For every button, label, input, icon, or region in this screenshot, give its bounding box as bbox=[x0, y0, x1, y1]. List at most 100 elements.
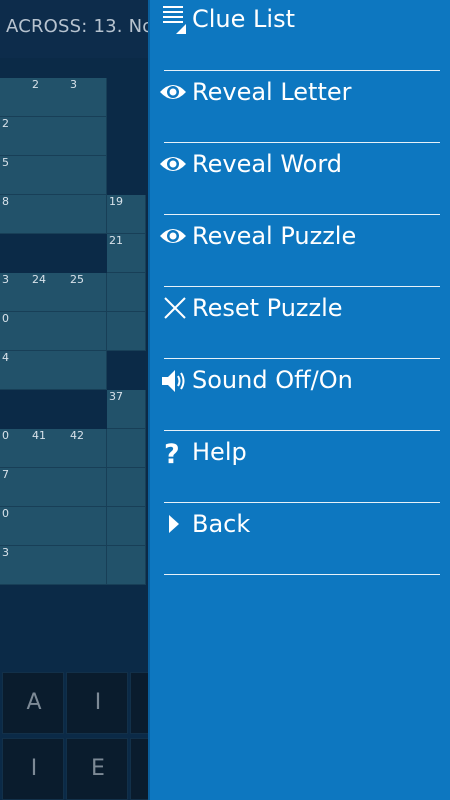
menu-divider bbox=[164, 286, 440, 287]
grid-cell[interactable] bbox=[30, 156, 69, 195]
menu-item-label: Back bbox=[192, 510, 251, 538]
grid-cell[interactable] bbox=[68, 546, 107, 585]
menu-item-label: Reveal Letter bbox=[192, 78, 352, 106]
svg-text:?: ? bbox=[164, 439, 180, 468]
grid-cell[interactable]: 25 bbox=[68, 273, 107, 312]
cell-number: 2 bbox=[2, 117, 9, 130]
grid-block bbox=[68, 390, 107, 429]
menu-item-label: Reveal Word bbox=[192, 150, 343, 178]
grid-cell[interactable]: 24 bbox=[30, 273, 69, 312]
cell-number: 3 bbox=[70, 78, 77, 91]
grid-block bbox=[30, 234, 69, 273]
cell-number: 3 bbox=[2, 546, 9, 559]
grid-cell[interactable] bbox=[30, 117, 69, 156]
cell-number: 21 bbox=[109, 234, 123, 247]
key-label: A bbox=[26, 690, 42, 715]
cell-number: 2 bbox=[32, 78, 39, 91]
grid-cell[interactable] bbox=[68, 312, 107, 351]
menu-item-label: Sound Off/On bbox=[192, 366, 353, 394]
cell-number: 8 bbox=[2, 195, 9, 208]
grid-cell[interactable]: 42 bbox=[68, 429, 107, 468]
list-icon bbox=[158, 2, 188, 34]
grid-cell[interactable] bbox=[107, 273, 146, 312]
grid-cell[interactable] bbox=[30, 546, 69, 585]
menu-item-back[interactable]: Back bbox=[150, 504, 450, 576]
grid-cell[interactable] bbox=[30, 312, 69, 351]
grid-cell[interactable]: 37 bbox=[107, 390, 146, 429]
menu-item-sound-toggle[interactable]: Sound Off/On bbox=[150, 360, 450, 432]
grid-cell[interactable] bbox=[30, 351, 69, 390]
key-button[interactable]: A bbox=[2, 672, 64, 734]
menu-item-label: Reset Puzzle bbox=[192, 294, 343, 322]
cell-number: 0 bbox=[2, 429, 9, 442]
menu-item-help[interactable]: ? Help bbox=[150, 432, 450, 504]
grid-block bbox=[68, 234, 107, 273]
grid-cell[interactable]: 21 bbox=[107, 234, 146, 273]
grid-cell[interactable] bbox=[30, 468, 69, 507]
menu-item-label: Reveal Puzzle bbox=[192, 222, 357, 250]
grid-cell[interactable] bbox=[107, 312, 146, 351]
grid-cell[interactable] bbox=[30, 507, 69, 546]
grid-cell[interactable] bbox=[107, 468, 146, 507]
menu-item-reveal-letter[interactable]: Reveal Letter bbox=[150, 72, 450, 144]
grid-block bbox=[30, 390, 69, 429]
grid-cell[interactable] bbox=[68, 468, 107, 507]
grid-block bbox=[107, 78, 146, 117]
question-icon: ? bbox=[158, 438, 188, 470]
key-label: I bbox=[94, 690, 102, 715]
menu-divider bbox=[164, 214, 440, 215]
grid-cell[interactable]: 19 bbox=[107, 195, 146, 234]
menu-divider bbox=[164, 358, 440, 359]
close-icon bbox=[158, 296, 188, 326]
menu-divider bbox=[164, 142, 440, 143]
speaker-icon bbox=[158, 366, 188, 396]
grid-block bbox=[107, 351, 146, 390]
menu-divider bbox=[164, 70, 440, 71]
grid-cell[interactable]: 2 bbox=[30, 78, 69, 117]
menu-item-clue-list[interactable]: Clue List bbox=[150, 0, 450, 72]
grid-cell[interactable] bbox=[107, 429, 146, 468]
cell-number: 24 bbox=[32, 273, 46, 286]
cell-number: 19 bbox=[109, 195, 123, 208]
cell-number: 4 bbox=[2, 351, 9, 364]
key-button[interactable]: I bbox=[66, 672, 128, 734]
grid-block bbox=[107, 156, 146, 195]
menu-item-reset-puzzle[interactable]: Reset Puzzle bbox=[150, 288, 450, 360]
grid-cell[interactable] bbox=[107, 546, 146, 585]
grid-cell[interactable]: 41 bbox=[30, 429, 69, 468]
side-menu: Clue List Reveal Letter Reveal Word Reve… bbox=[148, 0, 450, 800]
cell-number: 25 bbox=[70, 273, 84, 286]
key-button[interactable]: I bbox=[2, 738, 64, 800]
grid-cell[interactable] bbox=[68, 195, 107, 234]
grid-cell[interactable] bbox=[68, 117, 107, 156]
grid-cell[interactable] bbox=[107, 507, 146, 546]
menu-divider bbox=[164, 502, 440, 503]
key-label: I bbox=[30, 756, 38, 781]
play-icon bbox=[158, 512, 188, 542]
menu-divider bbox=[164, 430, 440, 431]
menu-divider bbox=[164, 574, 440, 575]
cell-number: 3 bbox=[2, 273, 9, 286]
cell-number: 5 bbox=[2, 156, 9, 169]
cell-number: 41 bbox=[32, 429, 46, 442]
grid-cell[interactable]: 3 bbox=[68, 78, 107, 117]
grid-cell[interactable] bbox=[30, 195, 69, 234]
menu-item-label: Help bbox=[192, 438, 247, 466]
key-button[interactable]: E bbox=[66, 738, 128, 800]
menu-item-label: Clue List bbox=[192, 5, 295, 33]
cell-number: 42 bbox=[70, 429, 84, 442]
cell-number: 7 bbox=[2, 468, 9, 481]
eye-icon bbox=[158, 80, 188, 110]
eye-icon bbox=[158, 152, 188, 182]
menu-item-reveal-word[interactable]: Reveal Word bbox=[150, 144, 450, 216]
grid-block bbox=[107, 117, 146, 156]
cell-number: 0 bbox=[2, 312, 9, 325]
key-label: E bbox=[91, 756, 105, 781]
grid-cell[interactable] bbox=[68, 156, 107, 195]
cell-number: 37 bbox=[109, 390, 123, 403]
grid-cell[interactable] bbox=[68, 507, 107, 546]
grid-cell[interactable] bbox=[68, 351, 107, 390]
eye-icon bbox=[158, 224, 188, 254]
menu-item-reveal-puzzle[interactable]: Reveal Puzzle bbox=[150, 216, 450, 288]
cell-number: 0 bbox=[2, 507, 9, 520]
